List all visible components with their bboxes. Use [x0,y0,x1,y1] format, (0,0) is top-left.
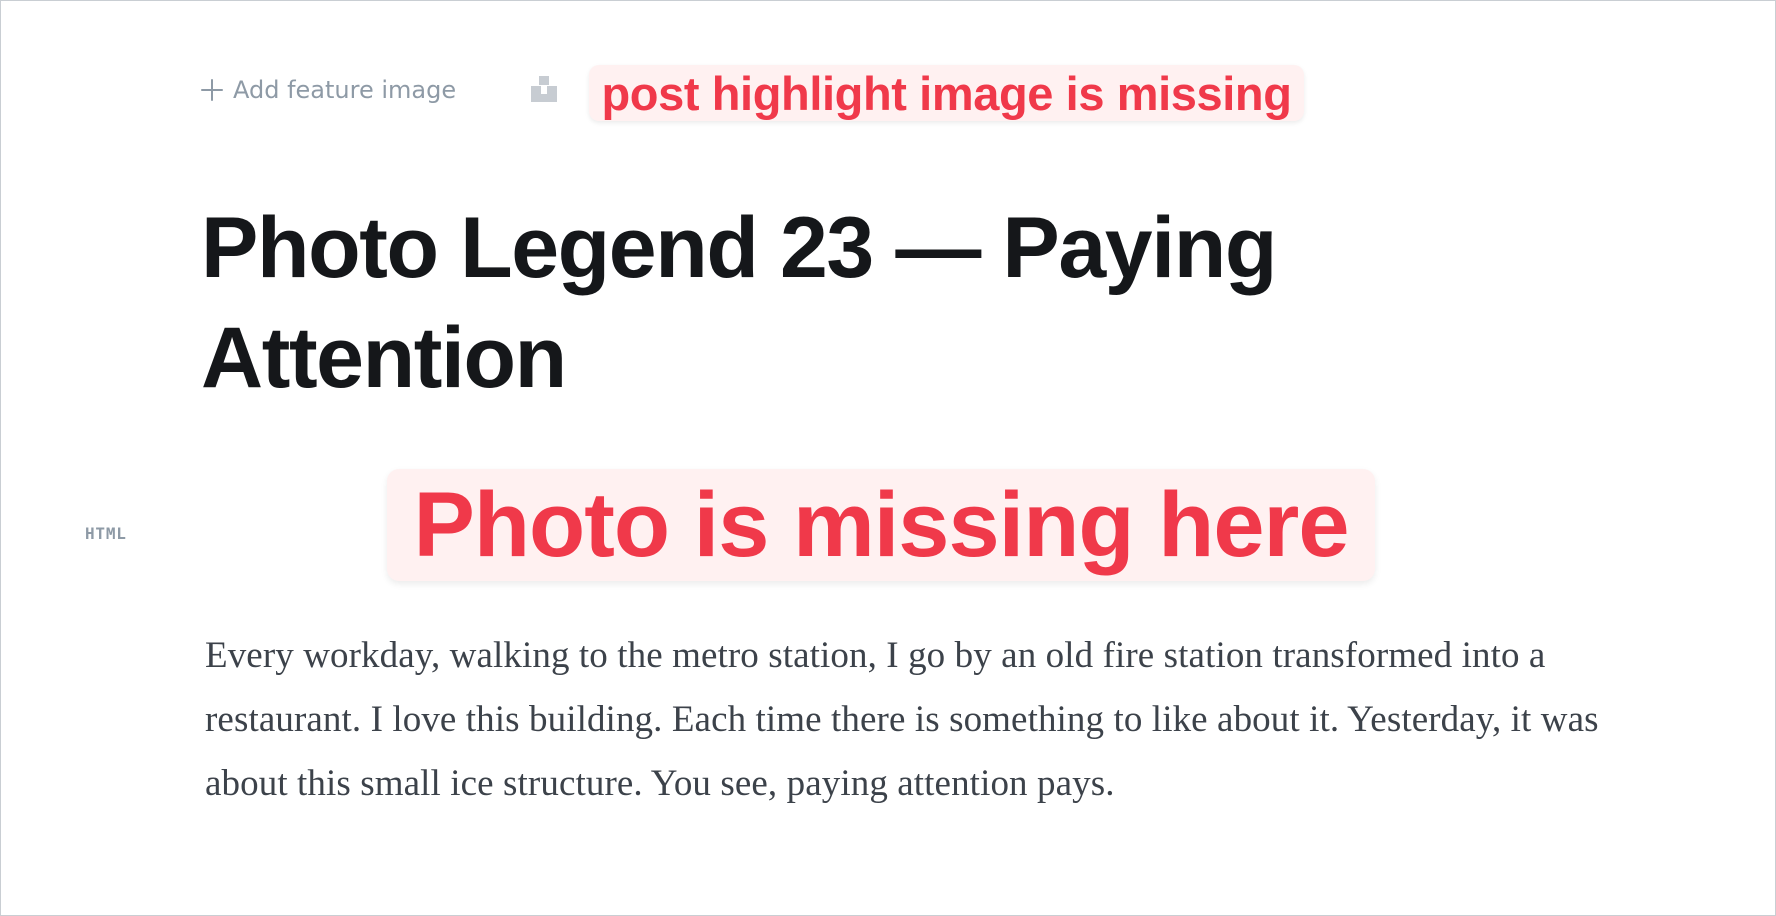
add-feature-image-button[interactable]: Add feature image [201,73,456,107]
html-card-label: HTML [85,524,127,543]
post-highlight-image-missing-notice: post highlight image is missing [589,65,1304,121]
post-editor-canvas: Add feature image post highlight image i… [0,0,1776,916]
missing-photo-notice: Photo is missing here [387,469,1375,581]
broken-image-icon [531,76,557,102]
add-feature-image-label: Add feature image [233,76,457,104]
post-title[interactable]: Photo Legend 23 — Paying Attention [201,193,1521,413]
plus-icon [201,79,223,101]
post-body-paragraph[interactable]: Every workday, walking to the metro stat… [205,624,1685,816]
